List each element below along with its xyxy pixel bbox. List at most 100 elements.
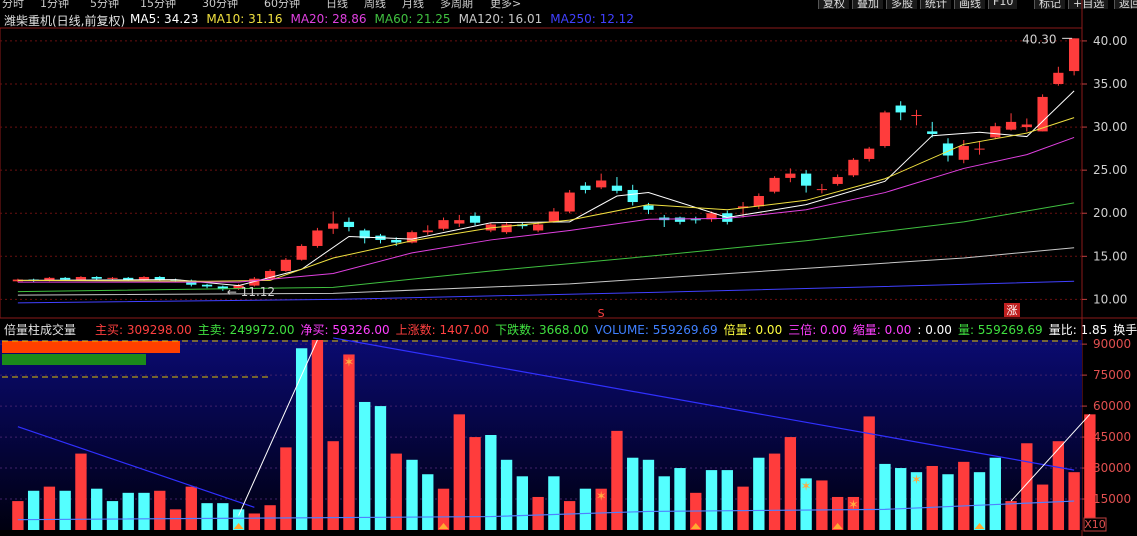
candle-body	[627, 189, 638, 203]
volume-bar	[422, 474, 434, 530]
volume-bar	[75, 453, 87, 530]
price-tick-label: 15.00	[1093, 249, 1127, 263]
ma-line-ma120	[17, 247, 1075, 296]
volume-bar	[548, 476, 560, 530]
double-volume-marker: ✶	[343, 355, 354, 370]
candle-body	[800, 173, 812, 186]
volume-bar	[1036, 484, 1049, 530]
volume-bar	[768, 453, 781, 530]
double-volume-marker: ✶	[801, 479, 812, 494]
volume-bar	[343, 354, 355, 530]
volume-bar	[1084, 414, 1096, 530]
buy-ratio-bar	[2, 341, 180, 353]
volume-bar	[201, 503, 213, 530]
candle-body	[848, 159, 859, 176]
candle-body	[312, 230, 323, 246]
candle-body	[674, 217, 686, 222]
volume-bar	[737, 486, 749, 530]
volume-bar	[642, 459, 655, 530]
volume-bar	[579, 488, 592, 530]
volume-bar	[895, 468, 907, 530]
candle-body	[296, 245, 307, 260]
volume-bar	[485, 435, 497, 530]
volume-tick-label: 45000	[1093, 430, 1131, 444]
volume-bar	[1052, 441, 1065, 530]
volume-bar	[138, 492, 150, 530]
candle-body	[864, 148, 875, 159]
volume-bar	[516, 476, 529, 530]
volume-bar	[753, 457, 765, 530]
volume-bar	[59, 490, 71, 530]
candle-body	[832, 177, 843, 184]
volume-bar	[958, 461, 970, 530]
candle-body	[1037, 96, 1048, 132]
volume-bar	[406, 459, 418, 530]
volume-tick-label: 15000	[1093, 492, 1131, 506]
volume-bar	[500, 459, 513, 530]
candle-body	[564, 192, 575, 212]
candle-body	[138, 276, 150, 280]
volume-bar	[973, 472, 986, 530]
candle-body	[643, 205, 654, 210]
candle-body	[580, 185, 591, 190]
price-tick-label: 20.00	[1093, 206, 1127, 220]
candle-body	[816, 189, 828, 191]
volume-bar	[453, 414, 465, 530]
volume-bar	[374, 406, 387, 530]
signal-marker-s: S	[598, 307, 605, 320]
volume-bar	[784, 437, 797, 530]
volume-bar	[627, 457, 639, 530]
candle-body	[107, 277, 118, 279]
kline-chart[interactable]: 10.00 15.00 20.00 25.00 30.00 35.00 40.00 15000…	[0, 0, 1137, 536]
candle-body	[1053, 72, 1064, 84]
x10-label: X10	[1084, 518, 1106, 531]
candle-body	[958, 146, 969, 160]
volume-bar	[926, 465, 938, 530]
candle-body	[201, 284, 213, 287]
price-tick-label: 30.00	[1093, 120, 1127, 134]
volume-bar	[1005, 501, 1017, 530]
volume-bar	[154, 490, 166, 530]
candle-body	[391, 239, 402, 243]
volume-bar	[311, 340, 324, 530]
candle-body	[974, 148, 985, 150]
candle-body	[927, 131, 938, 134]
volume-bar	[217, 503, 229, 530]
candle-body	[75, 276, 87, 280]
volume-bar	[1021, 443, 1033, 530]
candle-body	[1068, 38, 1080, 72]
volume-bar	[390, 453, 402, 530]
signal-marker-zhang: 涨	[1007, 304, 1018, 317]
candle-body	[785, 173, 796, 178]
volume-bar	[327, 441, 339, 530]
candle-body	[911, 115, 922, 117]
volume-bar	[942, 474, 954, 530]
volume-bar	[122, 492, 134, 530]
volume-bar	[106, 501, 119, 530]
volume-bar	[879, 463, 891, 530]
candle-body	[690, 219, 701, 221]
volume-bar	[816, 480, 828, 530]
candle-body	[1005, 121, 1017, 130]
volume-bar	[563, 501, 576, 530]
candle-body	[91, 276, 102, 279]
candle-body	[438, 220, 449, 229]
volume-tick-label: 30000	[1093, 461, 1131, 475]
candle-body	[769, 177, 780, 192]
volume-tick-label: 90000	[1093, 337, 1131, 351]
volume-bar	[532, 496, 544, 530]
price-tick-label: 40.00	[1093, 34, 1127, 48]
volume-bar	[611, 430, 623, 530]
volume-bar	[721, 470, 733, 530]
sell-ratio-bar	[2, 354, 146, 365]
high-price-label: 40.30	[1022, 32, 1056, 46]
volume-bar	[27, 490, 40, 530]
double-volume-marker: ✶	[911, 473, 922, 488]
candle-body	[895, 105, 906, 113]
volume-bar	[359, 401, 371, 530]
volume-tick-label: 75000	[1093, 368, 1131, 382]
candle-body	[422, 230, 433, 233]
price-panel-frame	[0, 27, 1083, 319]
candle-body	[469, 215, 481, 223]
volume-bar	[91, 488, 103, 530]
